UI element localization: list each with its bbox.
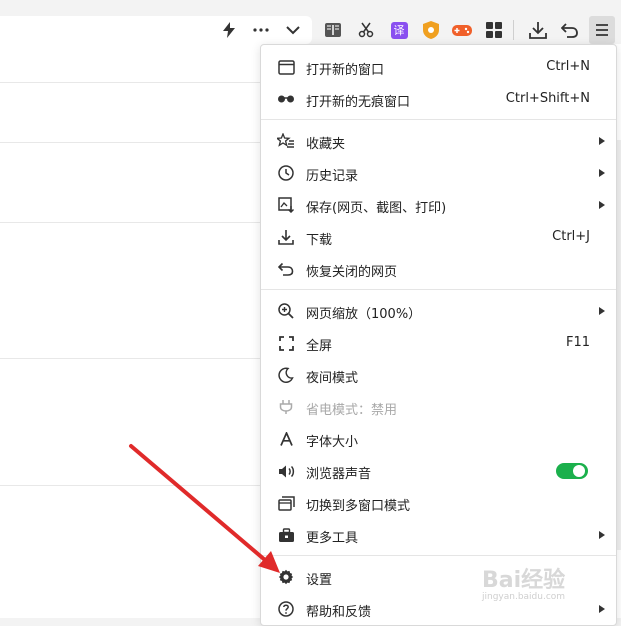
annotation-arrow	[129, 444, 280, 573]
